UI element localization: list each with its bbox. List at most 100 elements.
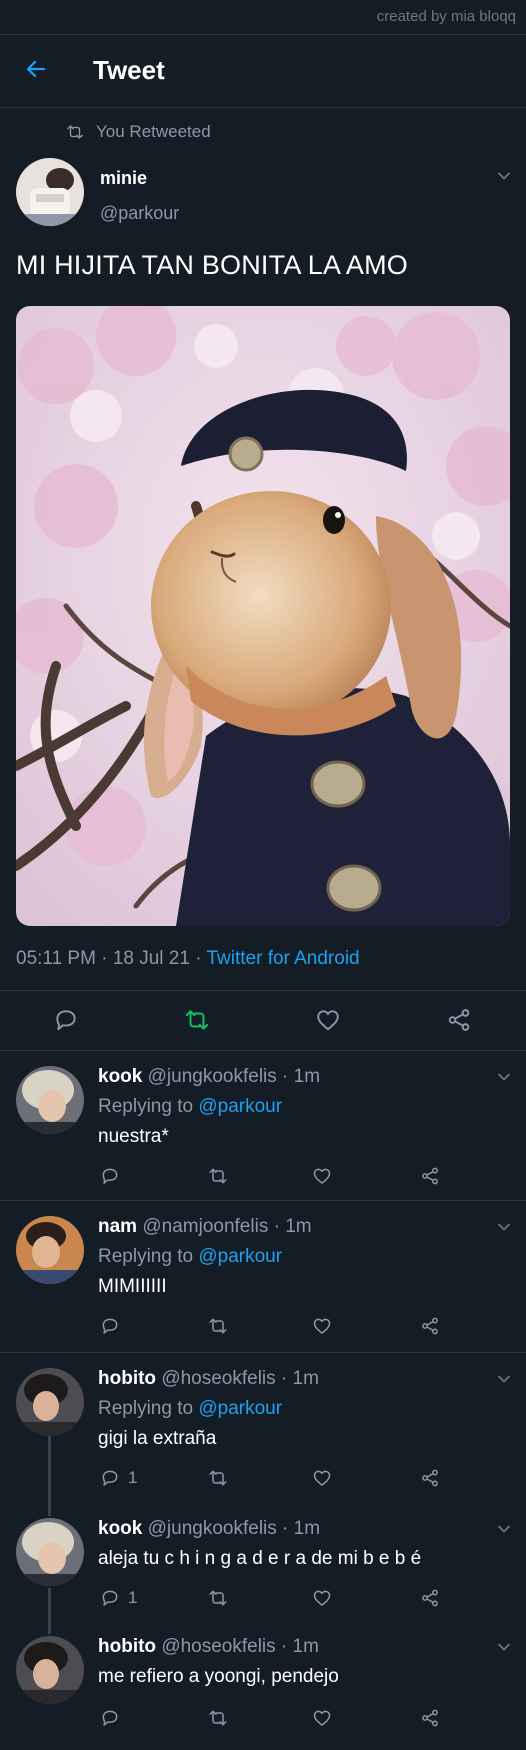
- reply-header: kook @jungkookfelis · 1m: [98, 1518, 320, 1540]
- replying-label: Replying to: [98, 1246, 194, 1267]
- divider: [0, 107, 526, 108]
- reply-author-name[interactable]: kook: [98, 1066, 142, 1087]
- reply-avatar[interactable]: [16, 1066, 84, 1134]
- tweet-action-bar: [0, 990, 526, 1050]
- reply-text: MIMIIIIII: [98, 1276, 167, 1297]
- chevron-down-icon[interactable]: [497, 1374, 511, 1384]
- share-icon[interactable]: [419, 1316, 441, 1336]
- reply-icon[interactable]: [99, 1468, 121, 1488]
- meta-separator: ·: [276, 1066, 294, 1087]
- like-icon[interactable]: [311, 1708, 333, 1728]
- retweet-icon[interactable]: [207, 1588, 229, 1608]
- reply-text: aleja tu c h i n g a d e r a de mi b e b…: [98, 1548, 422, 1569]
- meta-separator: ·: [268, 1216, 286, 1237]
- retweet-icon[interactable]: [207, 1166, 229, 1186]
- meta-separator: ·: [195, 948, 207, 969]
- reply-avatar[interactable]: [16, 1636, 84, 1704]
- tweet-time: 05:11 PM: [16, 948, 96, 969]
- reply-tweet[interactable]: kook @jungkookfelis · 1m aleja tu c h i …: [0, 1502, 526, 1620]
- share-icon[interactable]: [445, 1007, 473, 1033]
- author-name[interactable]: minie: [100, 168, 147, 189]
- reply-age: 1m: [292, 1368, 319, 1389]
- reply-age: 1m: [285, 1216, 312, 1237]
- reply-header: hobito @hoseokfelis · 1m: [98, 1636, 319, 1658]
- share-icon[interactable]: [419, 1588, 441, 1608]
- reply-avatar[interactable]: [16, 1216, 84, 1284]
- replying-label: Replying to: [98, 1096, 194, 1117]
- reply-count: 1: [128, 1468, 138, 1487]
- retweet-icon[interactable]: [207, 1316, 229, 1336]
- retweet-icon[interactable]: [207, 1708, 229, 1728]
- reply-text: me refiero a yoongi, pendejo: [98, 1666, 339, 1687]
- replying-to: Replying to @parkour: [98, 1096, 282, 1118]
- meta-separator: ·: [101, 948, 113, 969]
- reply-avatar[interactable]: [16, 1368, 84, 1436]
- tweet-photo[interactable]: [16, 306, 510, 926]
- reply-text: gigi la extraña: [98, 1428, 217, 1449]
- reply-author-handle[interactable]: @hoseokfelis: [161, 1636, 275, 1657]
- replying-label: Replying to: [98, 1398, 194, 1419]
- watermark: created by mia bloqq: [376, 8, 516, 25]
- reply-icon[interactable]: [99, 1708, 121, 1728]
- reply-author-handle[interactable]: @hoseokfelis: [161, 1368, 275, 1389]
- reply-author-handle[interactable]: @jungkookfelis: [148, 1518, 277, 1539]
- reply-author-name[interactable]: hobito: [98, 1636, 156, 1657]
- reply-avatar[interactable]: [16, 1518, 84, 1586]
- tweet-source-link[interactable]: Twitter for Android: [206, 948, 359, 969]
- reply-tweet[interactable]: hobito @hoseokfelis · 1m Replying to @pa…: [0, 1352, 526, 1502]
- reply-tweet[interactable]: hobito @hoseokfelis · 1m me refiero a yo…: [0, 1620, 526, 1750]
- author-handle[interactable]: @parkour: [100, 203, 179, 224]
- reply-author-handle[interactable]: @namjoonfelis: [142, 1216, 268, 1237]
- replying-to-handle[interactable]: @parkour: [198, 1398, 282, 1419]
- reply-age: 1m: [293, 1066, 321, 1087]
- app-header: Tweet: [0, 35, 526, 107]
- share-icon[interactable]: [419, 1468, 441, 1488]
- back-arrow-icon[interactable]: [24, 57, 48, 81]
- replying-to-handle[interactable]: @parkour: [198, 1096, 282, 1117]
- meta-separator: ·: [275, 1368, 293, 1389]
- author-avatar[interactable]: [16, 158, 84, 226]
- reply-author-name[interactable]: hobito: [98, 1368, 156, 1389]
- meta-separator: ·: [275, 1636, 293, 1657]
- retweet-note-text: You Retweeted: [96, 122, 211, 141]
- like-icon[interactable]: [311, 1468, 333, 1488]
- reply-header: nam @namjoonfelis · 1m: [98, 1216, 312, 1238]
- meta-separator: ·: [276, 1518, 294, 1539]
- reply-icon[interactable]: [99, 1316, 121, 1336]
- like-icon[interactable]: [314, 1007, 342, 1033]
- chevron-down-icon[interactable]: [497, 1222, 511, 1232]
- chevron-down-icon[interactable]: [497, 171, 511, 181]
- reply-author-handle[interactable]: @jungkookfelis: [148, 1066, 277, 1087]
- share-icon[interactable]: [419, 1166, 441, 1186]
- reply-icon[interactable]: [99, 1588, 121, 1608]
- reply-age: 1m: [293, 1518, 321, 1539]
- share-icon[interactable]: [419, 1708, 441, 1728]
- retweet-icon: [66, 123, 84, 141]
- tweet-date: 18 Jul 21: [112, 948, 190, 969]
- replying-to-handle[interactable]: @parkour: [198, 1246, 282, 1267]
- reply-tweet[interactable]: kook @jungkookfelis · 1m Replying to @pa…: [0, 1050, 526, 1200]
- reply-tweet[interactable]: nam @namjoonfelis · 1m Replying to @park…: [0, 1200, 526, 1352]
- chevron-down-icon[interactable]: [497, 1072, 511, 1082]
- like-icon[interactable]: [311, 1166, 333, 1186]
- reply-text: nuestra*: [98, 1126, 169, 1147]
- tweet-meta: 05:11 PM · 18 Jul 21 · Twitter for Andro…: [16, 948, 360, 970]
- replying-to: Replying to @parkour: [98, 1398, 282, 1420]
- like-icon[interactable]: [311, 1588, 333, 1608]
- retweet-note: You Retweeted: [66, 120, 211, 144]
- reply-author-name[interactable]: nam: [98, 1216, 137, 1237]
- page-title: Tweet: [93, 55, 165, 85]
- chevron-down-icon[interactable]: [497, 1642, 511, 1652]
- replying-to: Replying to @parkour: [98, 1246, 282, 1268]
- reply-icon[interactable]: [99, 1166, 121, 1186]
- reply-author-name[interactable]: kook: [98, 1518, 142, 1539]
- tweet-text: MI HIJITA TAN BONITA LA AMO: [16, 250, 408, 280]
- retweet-icon[interactable]: [207, 1468, 229, 1488]
- retweet-icon[interactable]: [183, 1007, 211, 1033]
- reply-age: 1m: [292, 1636, 319, 1657]
- reply-icon[interactable]: [52, 1007, 80, 1033]
- reply-header: kook @jungkookfelis · 1m: [98, 1066, 320, 1088]
- chevron-down-icon[interactable]: [497, 1524, 511, 1534]
- like-icon[interactable]: [311, 1316, 333, 1336]
- reply-count: 1: [128, 1588, 138, 1607]
